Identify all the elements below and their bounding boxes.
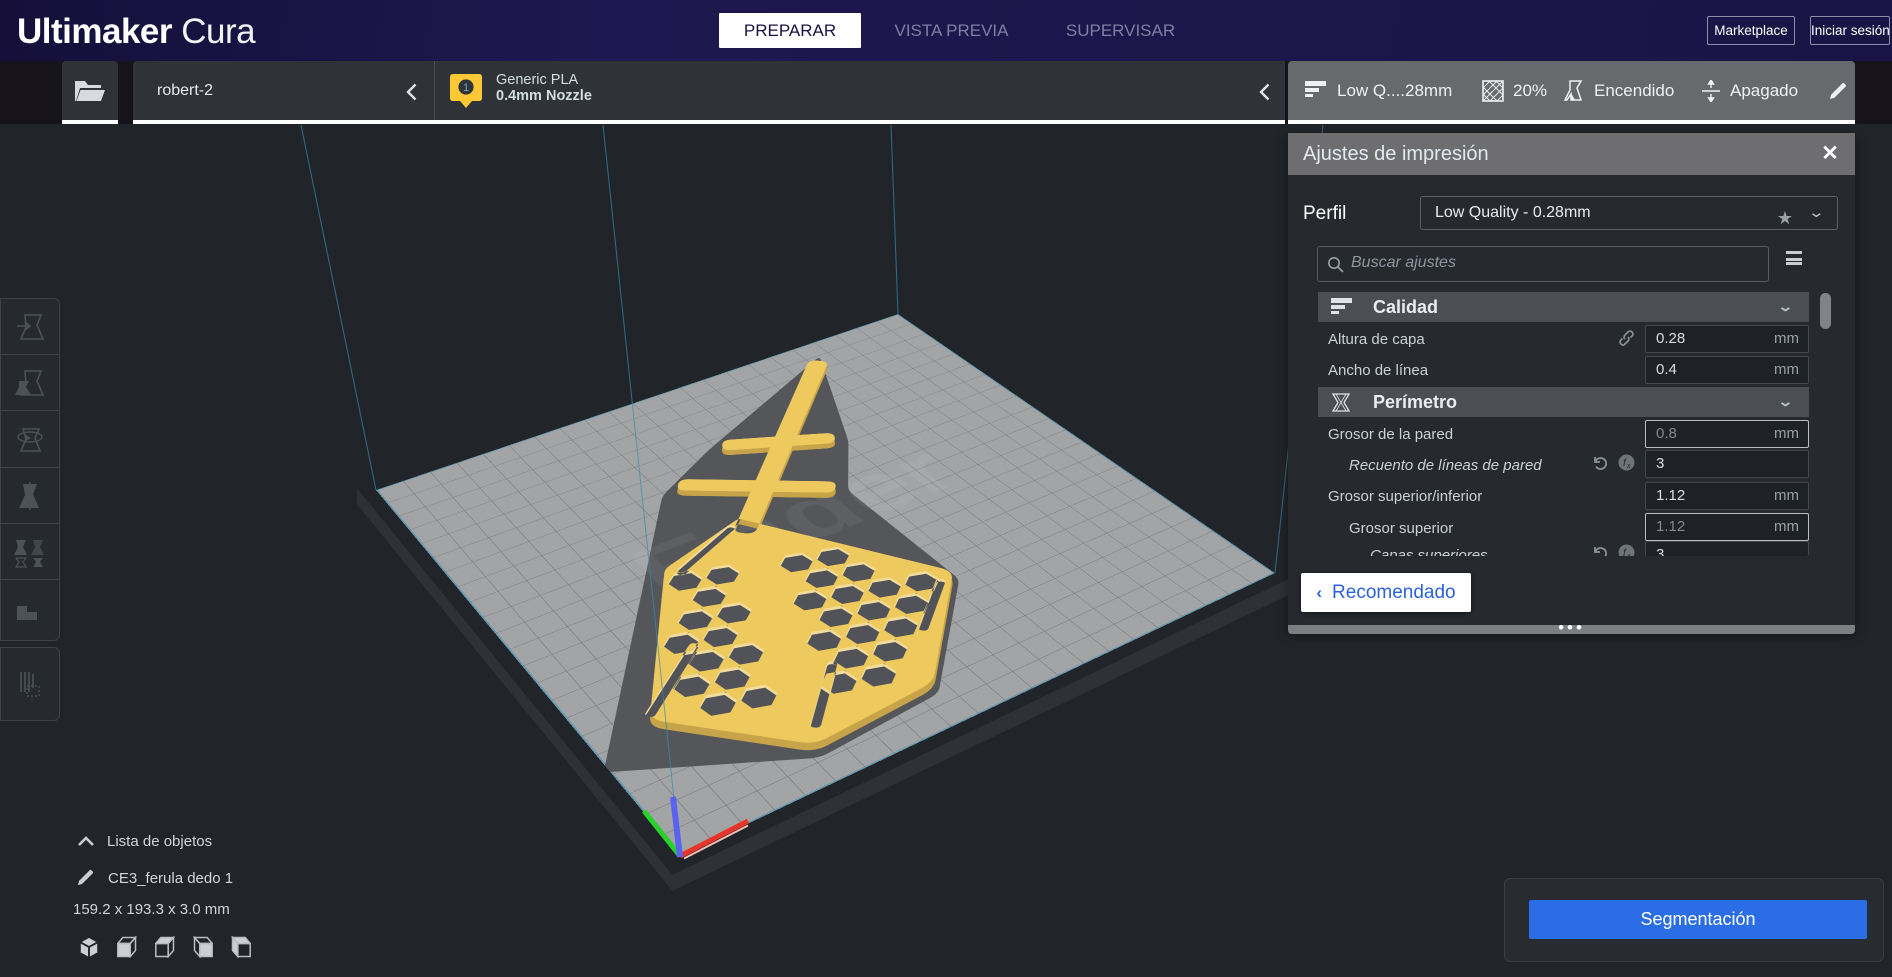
svg-text:1: 1 — [463, 82, 469, 94]
svg-text:x: x — [1626, 463, 1631, 470]
